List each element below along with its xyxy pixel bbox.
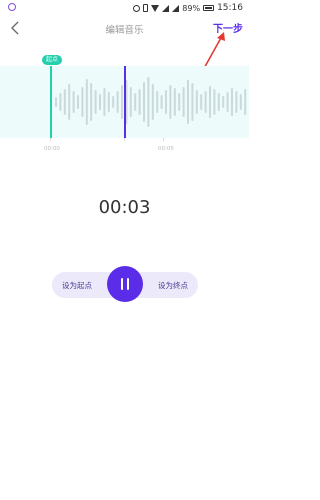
waveform-bar: [235, 91, 238, 113]
wifi-icon: [151, 4, 160, 12]
waveform-bar: [231, 88, 233, 116]
waveform-bar: [116, 91, 119, 113]
pause-button[interactable]: [107, 266, 143, 302]
waveform-bar: [90, 83, 93, 121]
clock: 15:16: [217, 3, 243, 13]
alarm-icon: [133, 4, 141, 12]
waveform-bar: [204, 91, 207, 113]
waveform-bar: [222, 96, 225, 108]
waveform-bar: [200, 94, 203, 110]
waveform-bar: [68, 84, 71, 120]
vibrate-icon: [143, 4, 149, 12]
waveform-bar: [191, 83, 194, 121]
waveform-bar: [209, 86, 211, 118]
waveform-bar: [59, 93, 62, 111]
signal-icon: [162, 4, 170, 12]
waveform-bar: [103, 88, 106, 116]
tick-label-mid: 00:05: [158, 146, 174, 152]
waveform-bar: [134, 93, 137, 111]
waveform-bar: [147, 77, 150, 127]
current-time: 00:03: [98, 197, 151, 218]
waveform-bar: [143, 82, 145, 122]
set-end-button[interactable]: 设为终点: [158, 280, 188, 291]
waveform-bar: [99, 94, 101, 110]
battery-icon: [203, 5, 215, 11]
waveform-bar: [72, 91, 75, 113]
tick-mark: [163, 138, 164, 141]
waveform-bar: [182, 87, 185, 117]
waveform-bar: [173, 88, 176, 116]
waveform-bar: [94, 90, 97, 114]
waveform-bar: [217, 93, 220, 111]
signal-icon-2: [172, 4, 180, 12]
status-right: 89% 15:16: [133, 2, 243, 14]
waveform-bar: [156, 91, 159, 113]
tick-label-start: 00:00: [44, 146, 60, 152]
pause-icon: [121, 278, 123, 290]
waveform-bar: [244, 89, 247, 115]
battery-percent: 89%: [182, 3, 201, 13]
playhead[interactable]: [124, 66, 126, 138]
waveform-bar: [195, 90, 198, 114]
app-notification-icon: [8, 3, 16, 11]
waveform-bar: [165, 90, 167, 114]
waveform-bar: [121, 85, 123, 119]
start-marker-handle[interactable]: [50, 66, 52, 138]
waveform-bar: [213, 89, 216, 115]
waveform-bar: [129, 87, 132, 117]
waveform-bar: [81, 87, 84, 117]
timeline: 00:00 00:05: [0, 138, 249, 152]
waveform-bar: [187, 80, 189, 124]
status-bar: 89% 15:16: [0, 0, 249, 16]
waveform-bar: [63, 89, 66, 115]
waveform-bar: [107, 92, 110, 112]
tick-mark: [50, 138, 51, 141]
waveform-bar: [55, 97, 57, 107]
tick-mark: [124, 138, 125, 141]
waveform-bar: [151, 84, 154, 120]
waveform-bar: [226, 92, 229, 112]
waveform-bar: [169, 85, 172, 119]
waveform-bar: [178, 93, 181, 111]
waveform-bar: [77, 95, 79, 109]
pause-icon-bar: [127, 278, 129, 290]
waveform-bar: [125, 80, 128, 124]
waveform-bar: [138, 89, 141, 115]
waveform-bar: [160, 95, 163, 109]
waveform-bar: [239, 94, 242, 110]
waveform-bar: [85, 79, 88, 125]
start-marker-label: 起点: [42, 55, 63, 65]
set-start-button[interactable]: 设为起点: [62, 280, 92, 291]
waveform-bar: [112, 96, 115, 108]
